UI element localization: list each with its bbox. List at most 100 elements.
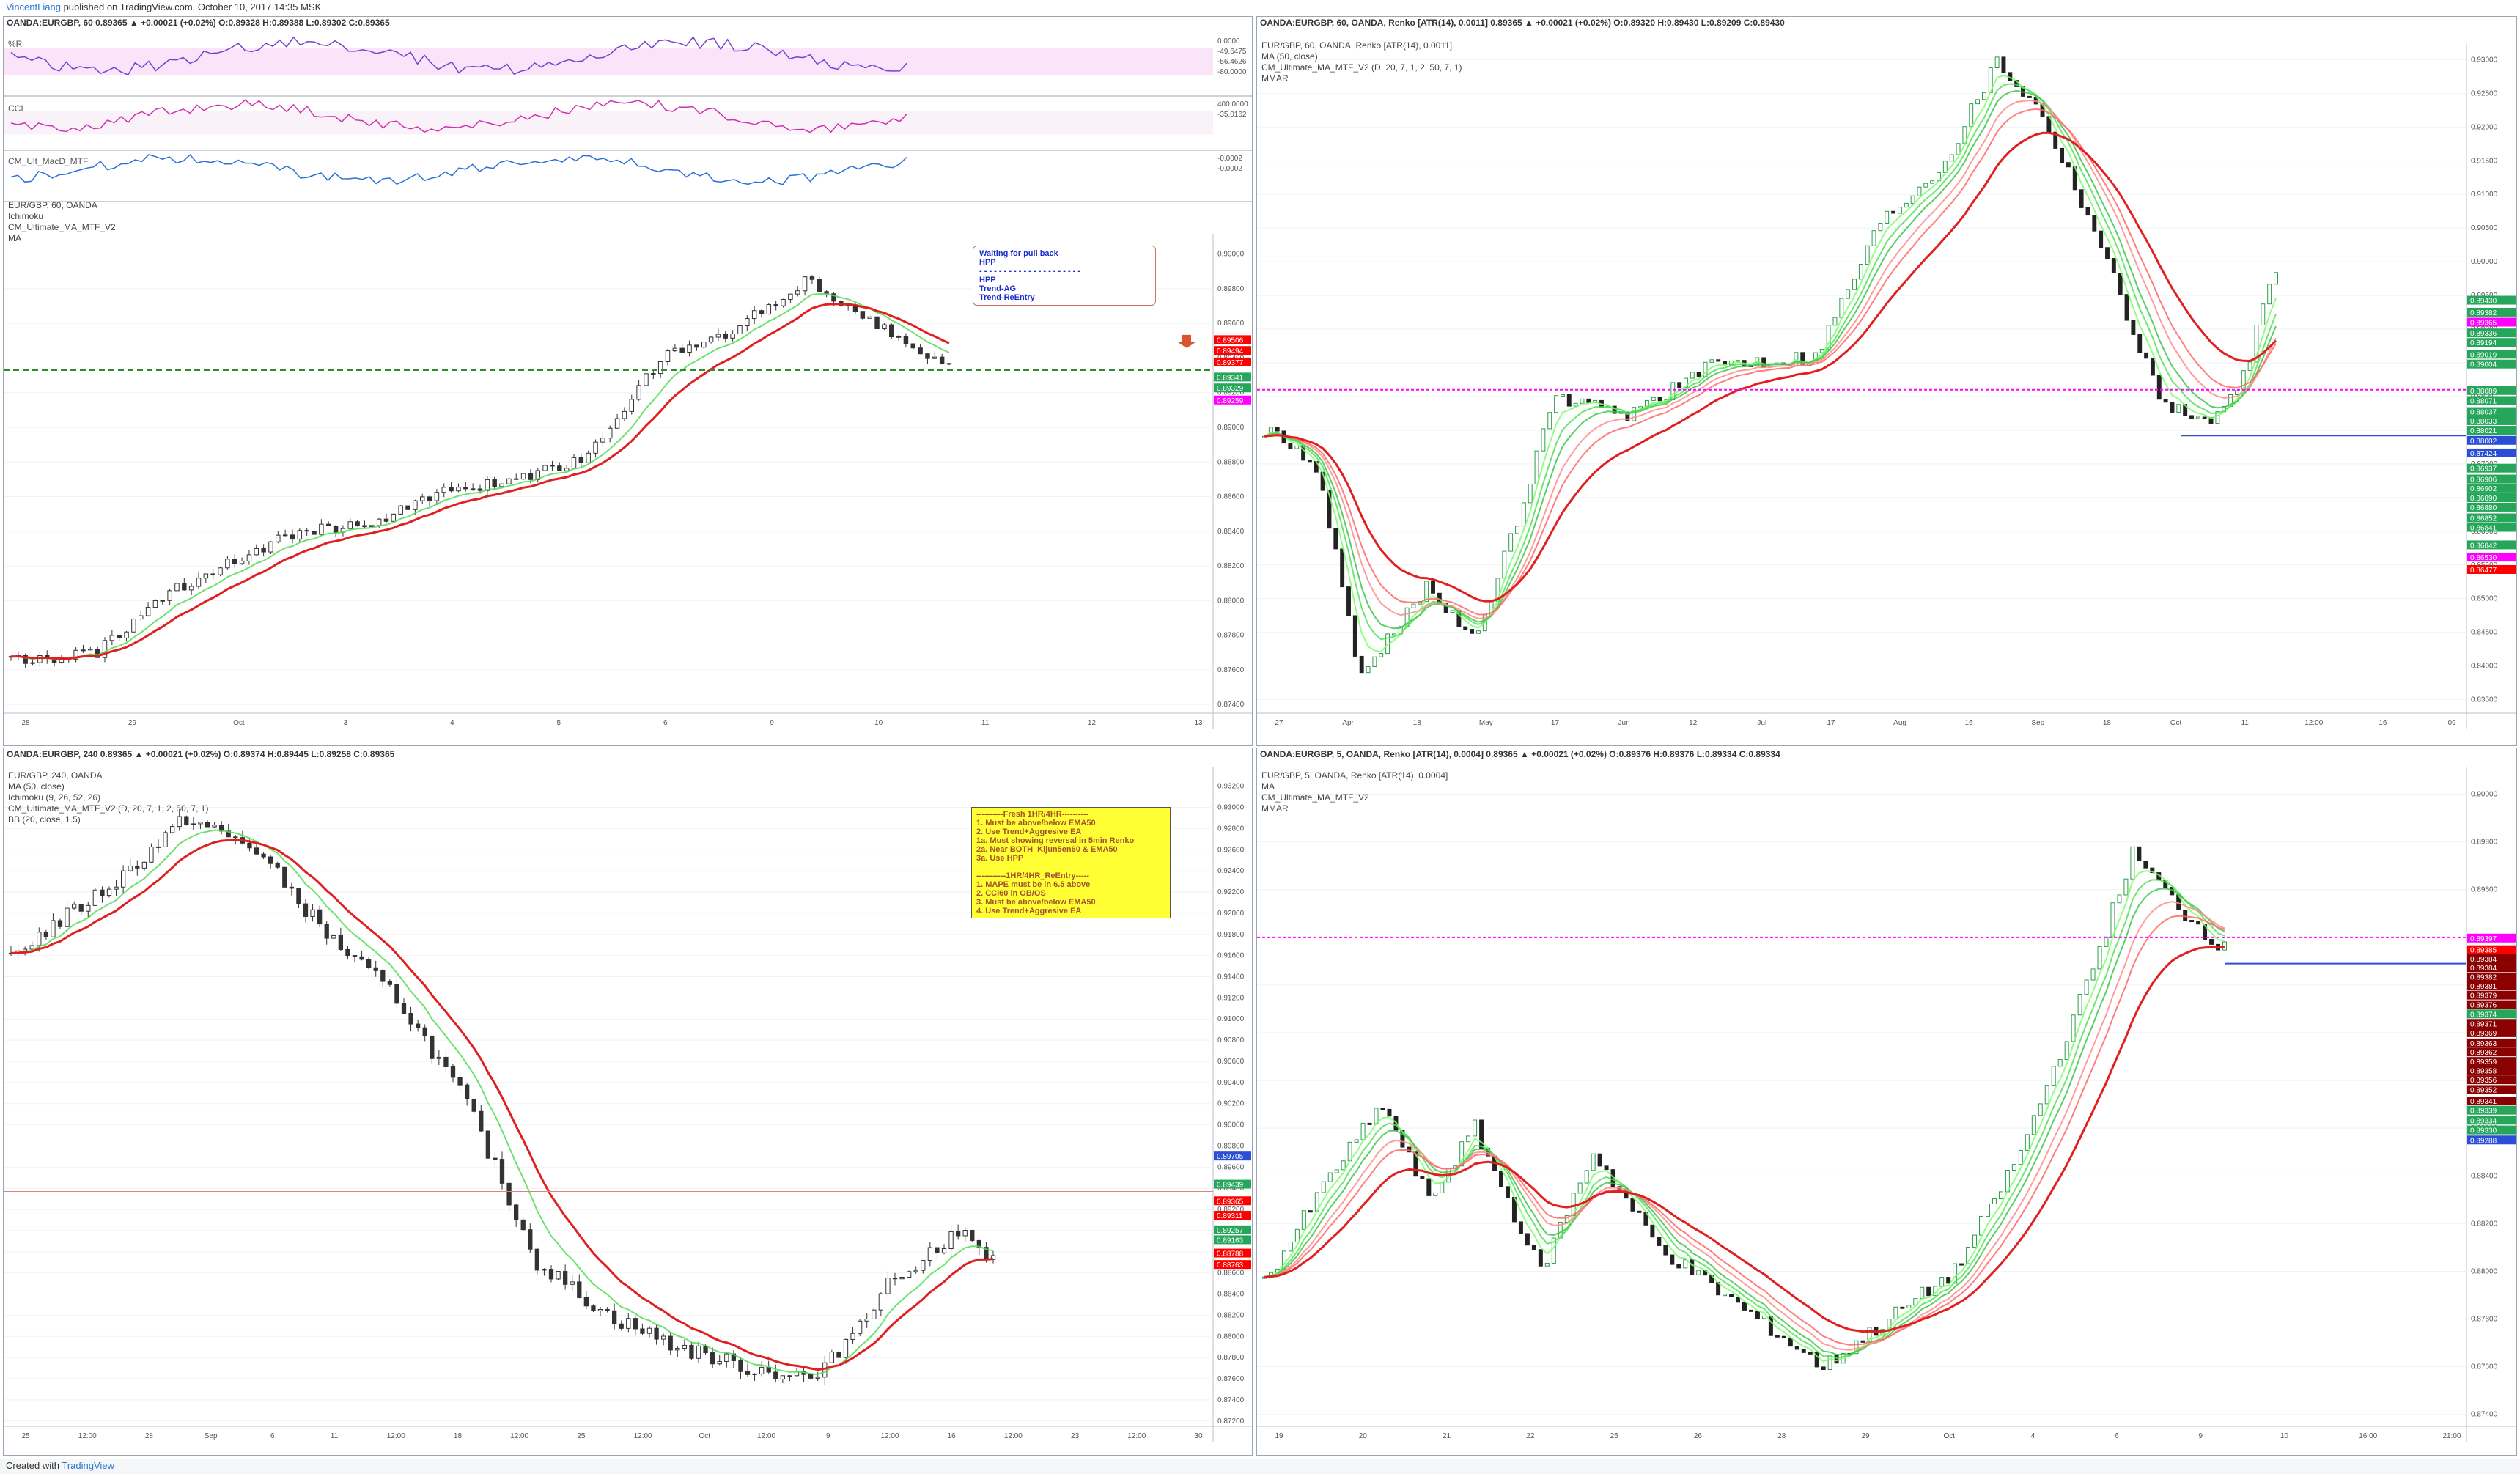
candle [289, 886, 295, 889]
renko-brick [2124, 294, 2129, 321]
renko-brick [1334, 1169, 1339, 1173]
x-tick-label: 4 [450, 719, 454, 727]
renko-brick [1380, 1108, 1385, 1110]
x-tick-label: 6 [663, 719, 668, 727]
candle [724, 1353, 729, 1362]
y-tick-label: 0.88000 [1217, 1333, 1245, 1341]
candle [586, 452, 591, 463]
candle [955, 1231, 961, 1237]
chart-panel-top-left[interactable]: 0.900000.898000.896000.894000.892000.890… [3, 16, 1253, 746]
author-link[interactable]: VincentLiang [6, 1, 61, 12]
chart-panel-bottom-left[interactable]: 0.93200 0.93000 0.92800 0.92600 0.92400 0.922… [3, 748, 1253, 1456]
renko-brick [1676, 1264, 1681, 1269]
candle [493, 1157, 498, 1160]
renko-brick [1930, 180, 1935, 184]
x-tick-label: 18 [2103, 719, 2112, 727]
candle [145, 607, 151, 616]
candle [745, 318, 750, 326]
renko-brick [1387, 1108, 1392, 1117]
renko-brick [2196, 921, 2201, 925]
chart-panel-top-right[interactable]: 0.93000 0.92500 0.92000 0.91500 0.91000 0.905… [1256, 16, 2517, 746]
candle [730, 333, 735, 339]
renko-brick [1723, 1294, 1728, 1297]
x-tick-label: Jun [1618, 719, 1630, 727]
x-tick-label: Sep [2031, 719, 2044, 727]
renko-brick [1994, 56, 2000, 69]
chart-canvas-bottom-right[interactable]: 0.900000.898000.896000.894000.892000.890… [1257, 748, 2517, 1456]
x-tick-label: 28 [1777, 1432, 1786, 1440]
ohlc-readout: OANDA:EURGBP, 60, OANDA, Renko [ATR(14),… [1260, 18, 1785, 28]
chart-canvas-top-right[interactable]: 0.93000 0.92500 0.92000 0.91500 0.91000 0.905… [1257, 17, 2517, 746]
candle [932, 356, 937, 359]
renko-brick [2137, 846, 2142, 862]
price-label: 0.89334 [2470, 1117, 2497, 1125]
candle [802, 276, 808, 292]
renko-brick [2234, 390, 2239, 395]
renko-brick [2189, 920, 2195, 923]
renko-brick [1761, 357, 1766, 368]
y-tick-label: 0.88600 [1217, 493, 1245, 501]
price-label: 0.86842 [2470, 542, 2497, 550]
renko-brick [2027, 95, 2032, 98]
candle [548, 1269, 554, 1280]
candle [619, 1323, 624, 1329]
y-tick-label: 0.91800 [1217, 931, 1245, 939]
price-label: 0.89358 [2470, 1067, 2497, 1075]
candle [605, 1308, 610, 1311]
renko-brick [1637, 1210, 1642, 1213]
chart-canvas-top-left[interactable]: 0.900000.898000.896000.894000.892000.890… [4, 17, 1253, 746]
williams-r-label: %R [8, 39, 23, 49]
candle [745, 1371, 751, 1375]
renko-brick [1781, 1335, 1786, 1338]
x-tick-label: 4 [2031, 1432, 2035, 1440]
candle [420, 496, 425, 501]
renko-brick [2117, 894, 2122, 904]
candle [352, 955, 358, 957]
candle [646, 1327, 652, 1334]
renko-brick [1906, 1305, 1912, 1308]
y-tick-label: 0.91500 [2471, 157, 2498, 165]
candle [457, 1077, 463, 1086]
candle [268, 856, 273, 864]
candle [651, 373, 656, 375]
candle [737, 325, 743, 334]
y-tick-label: 0.92000 [1217, 910, 1245, 918]
renko-brick [2131, 320, 2136, 335]
candle [927, 1247, 933, 1261]
candle [520, 473, 526, 480]
renko-brick [1525, 1233, 1530, 1246]
legend-item: MA (50, close) [1261, 51, 1318, 62]
price-label: 0.89194 [2470, 339, 2497, 347]
y-tick-label: 0.90000 [1217, 251, 1245, 259]
price-label: 0.86477 [2470, 567, 2497, 575]
price-label: 0.89019 [2470, 351, 2497, 359]
renko-brick [2247, 361, 2252, 372]
renko-brick [1450, 610, 1455, 613]
tradingview-logo[interactable]: TradingView [62, 1460, 114, 1471]
price-label: 0.89369 [2470, 1030, 2497, 1038]
ma-ribbon-line [1264, 870, 2225, 1363]
x-tick-label: 12:00 [880, 1432, 899, 1440]
candle [254, 847, 259, 855]
renko-brick [2123, 878, 2129, 896]
candle [751, 310, 757, 320]
candle [124, 631, 129, 638]
y-tick-label: 0.88400 [2471, 1172, 2498, 1180]
chart-panel-bottom-right[interactable]: 0.900000.898000.896000.894000.892000.890… [1256, 748, 2517, 1456]
renko-brick [1321, 1181, 1326, 1193]
renko-brick [1885, 210, 1890, 224]
candle [795, 290, 800, 295]
candle [843, 1338, 849, 1358]
renko-brick [1544, 1262, 1550, 1267]
renko-brick [1604, 1165, 1609, 1171]
price-label: 0.89430 [2470, 298, 2497, 306]
renko-brick [1294, 445, 1300, 449]
candle [499, 1159, 505, 1184]
renko-brick [1827, 1355, 1832, 1371]
renko-brick [1433, 1192, 1438, 1196]
price-label: 0.86937 [2470, 465, 2497, 473]
candle [918, 347, 923, 355]
renko-brick [1502, 550, 1507, 579]
price-label: 0.89382 [2470, 974, 2497, 982]
candle [910, 343, 915, 349]
